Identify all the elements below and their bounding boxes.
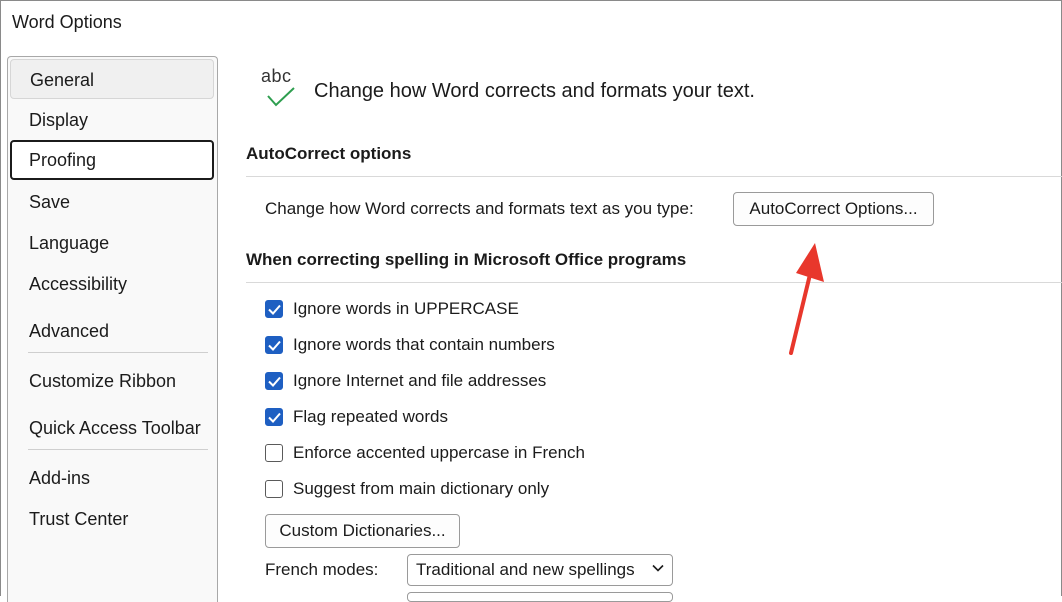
sidebar-item-trust-center[interactable]: Trust Center bbox=[10, 499, 214, 539]
autocorrect-options-button[interactable]: AutoCorrect Options... bbox=[733, 192, 934, 226]
autocorrect-description: Change how Word corrects and formats tex… bbox=[265, 199, 694, 218]
autocorrect-section-title: AutoCorrect options bbox=[246, 144, 412, 163]
next-dropdown-partial[interactable] bbox=[407, 592, 673, 602]
sidebar-item-general[interactable]: General bbox=[10, 59, 214, 99]
sidebar-item-save[interactable]: Save bbox=[10, 182, 214, 222]
check-icon bbox=[268, 340, 281, 351]
option-label: Ignore words in UPPERCASE bbox=[293, 299, 519, 318]
custom-dictionaries-button[interactable]: Custom Dictionaries... bbox=[265, 514, 460, 548]
checkbox-checked[interactable] bbox=[265, 408, 283, 426]
option-label: Enforce accented uppercase in French bbox=[293, 443, 586, 462]
annotation-arrow-icon bbox=[789, 243, 824, 355]
french-modes-label: French modes: bbox=[265, 560, 379, 579]
chevron-down-icon bbox=[652, 564, 664, 572]
checkbox-checked[interactable] bbox=[265, 336, 283, 354]
checkbox-checked[interactable] bbox=[265, 372, 283, 390]
checkbox-unchecked[interactable] bbox=[265, 444, 283, 462]
custom-dictionaries-button-label: Custom Dictionaries... bbox=[279, 521, 446, 540]
sidebar-item-quick-access-toolbar[interactable]: Quick Access Toolbar bbox=[10, 408, 214, 448]
sidebar-divider bbox=[28, 352, 208, 353]
sidebar-item-language[interactable]: Language bbox=[10, 223, 214, 263]
page-title: Change how Word corrects and formats you… bbox=[314, 80, 755, 102]
french-modes-dropdown[interactable]: Traditional and new spellings bbox=[407, 554, 673, 586]
checkbox-unchecked[interactable] bbox=[265, 480, 283, 498]
proofing-abc-check-icon: abc bbox=[261, 66, 301, 112]
spelling-section-title: When correcting spelling in Microsoft Of… bbox=[246, 250, 687, 269]
option-label: Flag repeated words bbox=[293, 407, 448, 426]
check-icon bbox=[268, 376, 281, 387]
check-icon bbox=[268, 412, 281, 423]
sidebar-item-proofing[interactable]: Proofing bbox=[10, 140, 214, 180]
checkmark-icon bbox=[267, 87, 295, 107]
check-icon bbox=[268, 304, 281, 315]
sidebar-item-customize-ribbon[interactable]: Customize Ribbon bbox=[10, 361, 214, 401]
sidebar-divider bbox=[28, 449, 208, 450]
option-label: Ignore words that contain numbers bbox=[293, 335, 555, 354]
option-label: Suggest from main dictionary only bbox=[293, 479, 550, 498]
checkbox-checked[interactable] bbox=[265, 300, 283, 318]
abc-icon-text: abc bbox=[261, 66, 292, 86]
sidebar: General Display Proofing Save Language A… bbox=[7, 56, 218, 602]
sidebar-item-display[interactable]: Display bbox=[10, 100, 214, 140]
window-title: Word Options bbox=[12, 12, 122, 32]
section-divider bbox=[246, 282, 1062, 283]
section-divider bbox=[246, 176, 1062, 177]
sidebar-item-accessibility[interactable]: Accessibility bbox=[10, 264, 214, 304]
french-modes-value: Traditional and new spellings bbox=[416, 560, 635, 579]
sidebar-item-advanced[interactable]: Advanced bbox=[10, 311, 214, 351]
autocorrect-options-button-label: AutoCorrect Options... bbox=[749, 199, 918, 218]
sidebar-item-add-ins[interactable]: Add-ins bbox=[10, 458, 214, 498]
option-label: Ignore Internet and file addresses bbox=[293, 371, 547, 390]
